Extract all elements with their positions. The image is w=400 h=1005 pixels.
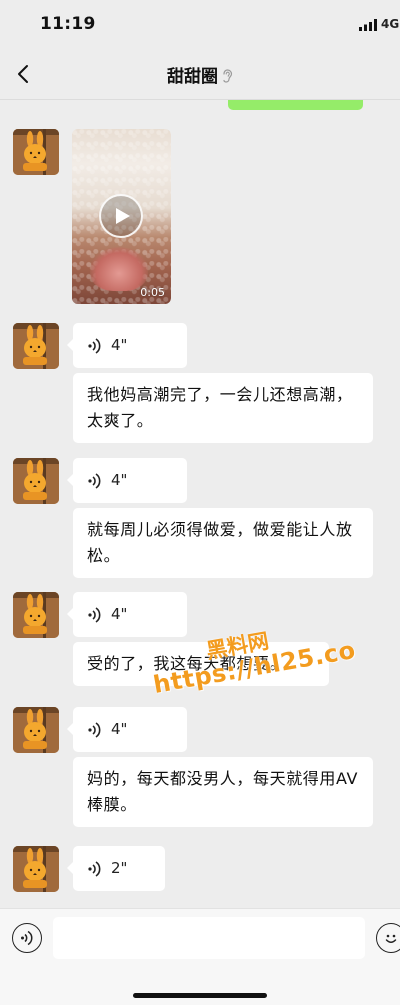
voice-message[interactable]: 4"	[67, 707, 187, 752]
voice-duration: 4"	[111, 471, 128, 489]
chat-title-text: 甜甜圈	[167, 67, 218, 87]
voice-message[interactable]: 4"	[67, 592, 187, 637]
text-message[interactable]: 受的了，我这每天都想要。	[73, 642, 329, 686]
play-icon	[116, 208, 130, 224]
nav-bar: 甜甜圈	[0, 48, 400, 100]
chat-area[interactable]: 0:05 4" 我他妈高潮完了，一会儿还想高潮，太爽了。 4" 就每周儿必须得做…	[0, 100, 400, 908]
avatar[interactable]	[13, 707, 59, 753]
video-duration: 0:05	[140, 286, 165, 299]
bunny-avatar-icon	[13, 846, 59, 892]
voice-wave-icon	[88, 722, 101, 738]
chat-title: 甜甜圈	[0, 62, 400, 87]
text-message[interactable]: 妈的，每天都没男人，每天就得用AV棒膜。	[73, 757, 373, 827]
voice-duration: 4"	[111, 720, 128, 738]
bunny-avatar-icon	[13, 323, 59, 369]
video-thumbnail-detail	[90, 247, 148, 291]
play-button[interactable]	[99, 194, 143, 238]
emoji-icon	[385, 934, 397, 943]
avatar[interactable]	[13, 323, 59, 369]
avatar[interactable]	[13, 458, 59, 504]
text-message[interactable]: 我他妈高潮完了，一会儿还想高潮，太爽了。	[73, 373, 373, 443]
voice-wave-icon	[88, 861, 101, 877]
bunny-avatar-icon	[13, 129, 59, 175]
voice-duration: 2"	[111, 859, 128, 877]
bunny-avatar-icon	[13, 458, 59, 504]
voice-message[interactable]: 4"	[67, 458, 187, 503]
avatar[interactable]	[13, 592, 59, 638]
voice-message[interactable]: 2"	[67, 846, 165, 891]
status-time: 11:19	[40, 14, 96, 34]
text-message[interactable]: 就每周儿必须得做爱，做爱能让人放松。	[73, 508, 373, 578]
message-input[interactable]	[53, 917, 365, 959]
voice-mode-icon	[21, 930, 33, 946]
voice-wave-icon	[88, 607, 101, 623]
home-indicator	[133, 993, 267, 998]
voice-wave-icon	[88, 338, 101, 354]
voice-mode-button[interactable]	[12, 923, 42, 953]
voice-wave-icon	[88, 473, 101, 489]
status-bar: 11:19 4G	[0, 0, 400, 48]
sent-bubble-partial[interactable]	[228, 100, 363, 110]
video-message[interactable]: 0:05	[72, 129, 171, 304]
avatar[interactable]	[13, 129, 59, 175]
input-bar	[0, 908, 400, 1005]
voice-duration: 4"	[111, 605, 128, 623]
signal-icon	[359, 19, 377, 31]
emoji-button[interactable]	[376, 923, 400, 953]
avatar[interactable]	[13, 846, 59, 892]
bunny-avatar-icon	[13, 592, 59, 638]
network-label: 4G	[381, 17, 400, 31]
bunny-avatar-icon	[13, 707, 59, 753]
voice-duration: 4"	[111, 336, 128, 354]
ear-icon	[223, 69, 233, 83]
voice-message[interactable]: 4"	[67, 323, 187, 368]
